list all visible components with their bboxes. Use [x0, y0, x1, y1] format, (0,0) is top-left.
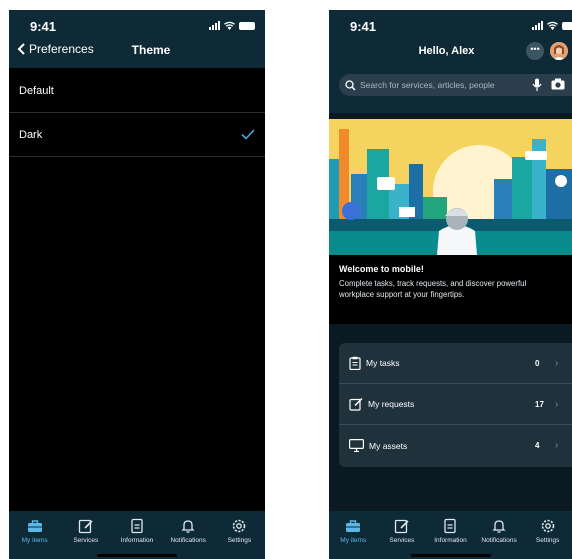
- briefcase-icon: [346, 520, 361, 532]
- avatar[interactable]: [550, 42, 568, 60]
- summary-row-my-tasks[interactable]: My tasks 0 ›: [339, 343, 572, 384]
- document-icon: [444, 518, 457, 534]
- signal-icon: [209, 21, 220, 30]
- welcome-card: Welcome to mobile! Complete tasks, track…: [329, 255, 572, 324]
- summary-label: My requests: [368, 399, 415, 409]
- battery-icon: [239, 21, 255, 30]
- welcome-title: Welcome to mobile!: [339, 264, 424, 274]
- city-skyline-image: [329, 119, 572, 255]
- search-icon: [345, 79, 356, 91]
- status-bar: 9:41: [329, 10, 572, 40]
- tab-label: Information: [434, 537, 467, 544]
- theme-option-default[interactable]: Default: [9, 69, 265, 113]
- profile-photo: [550, 42, 568, 60]
- tab-label: My items: [21, 537, 48, 544]
- tab-settings[interactable]: Settings: [524, 518, 572, 559]
- tab-label: Notifications: [170, 537, 206, 544]
- hero-illustration: [329, 119, 572, 255]
- document-icon: [131, 518, 143, 534]
- summary-row-my-assets[interactable]: My assets 4 ›: [339, 425, 572, 466]
- nav-header: 9:41 Preferences Theme: [9, 10, 265, 68]
- my-items-summary: My tasks 0 › My requests 17 › My assets …: [339, 343, 572, 467]
- status-icons: [532, 21, 572, 30]
- tab-label: My items: [340, 537, 367, 544]
- theme-screen: 9:41 Preferences Theme Default Dark My i…: [9, 10, 265, 559]
- theme-option-dark[interactable]: Dark: [9, 113, 265, 157]
- theme-option-label: Default: [19, 84, 54, 97]
- tab-label: Services: [73, 537, 99, 544]
- bell-icon: [181, 520, 195, 533]
- tab-services[interactable]: Services: [378, 518, 426, 559]
- search-placeholder: Search for services, articles, people: [360, 80, 495, 90]
- tab-my-items[interactable]: My items: [329, 518, 377, 559]
- tab-settings[interactable]: Settings: [215, 518, 263, 559]
- home-screen: 9:41 Hello, Alex ••• Search for services…: [329, 10, 572, 559]
- ellipsis-icon: •••: [530, 44, 540, 54]
- wifi-icon: [224, 21, 235, 30]
- tab-notifications[interactable]: Notifications: [475, 518, 523, 559]
- home-indicator: [97, 554, 177, 557]
- tab-information[interactable]: Information: [426, 518, 474, 559]
- summary-count: 0: [535, 358, 540, 368]
- welcome-description: Complete tasks, track requests, and disc…: [339, 278, 562, 300]
- status-time: 9:41: [30, 19, 57, 34]
- briefcase-icon: [27, 520, 42, 532]
- signal-icon: [532, 21, 543, 30]
- theme-options: Default Dark: [9, 68, 265, 157]
- tab-label: Services: [389, 537, 415, 544]
- tab-label: Settings: [227, 537, 252, 544]
- page-title: Theme: [131, 43, 171, 57]
- summary-label: My assets: [369, 440, 408, 451]
- tab-services[interactable]: Services: [62, 518, 110, 559]
- tab-my-items[interactable]: My items: [11, 518, 59, 559]
- tab-label: Settings: [535, 537, 560, 544]
- welcome-line: workplace support at your fingertips.: [339, 290, 465, 299]
- tab-label: Information: [120, 537, 154, 544]
- status-time: 9:41: [350, 19, 377, 34]
- tab-bar: My items Services Information Notificati…: [329, 511, 572, 559]
- summary-row-my-requests[interactable]: My requests 17 ›: [339, 384, 572, 425]
- tab-label: Notifications: [481, 537, 517, 544]
- edit-icon: [394, 519, 409, 534]
- summary-label: My tasks: [366, 358, 400, 368]
- welcome-line: Complete tasks, track requests, and disc…: [339, 279, 527, 288]
- monitor-icon: [349, 439, 364, 452]
- bell-icon: [492, 520, 506, 533]
- edit-icon: [349, 397, 363, 411]
- gear-icon: [541, 519, 554, 533]
- camera-icon[interactable]: [551, 78, 565, 90]
- home-header: 9:41 Hello, Alex ••• Search for services…: [329, 10, 572, 113]
- clipboard-icon: [349, 356, 361, 370]
- home-indicator: [410, 554, 491, 557]
- chevron-right-icon: ›: [555, 357, 559, 369]
- tab-information[interactable]: Information: [113, 518, 161, 559]
- status-bar: 9:41: [9, 10, 265, 40]
- tab-bar: My items Services Information Notificati…: [9, 511, 265, 559]
- wifi-icon: [547, 21, 558, 30]
- battery-icon: [562, 21, 572, 30]
- theme-option-label: Dark: [19, 128, 43, 141]
- summary-count: 17: [535, 399, 544, 409]
- chevron-right-icon: ›: [555, 440, 559, 451]
- more-button[interactable]: •••: [526, 42, 544, 60]
- gear-icon: [233, 519, 246, 533]
- microphone-icon[interactable]: [532, 78, 542, 92]
- chevron-right-icon: ›: [555, 398, 559, 410]
- tab-notifications[interactable]: Notifications: [164, 518, 212, 559]
- edit-icon: [78, 519, 93, 534]
- summary-count: 4: [535, 441, 540, 450]
- status-icons: [209, 21, 255, 30]
- checkmark-icon: [241, 129, 255, 140]
- search-bar[interactable]: Search for services, articles, people: [339, 74, 572, 96]
